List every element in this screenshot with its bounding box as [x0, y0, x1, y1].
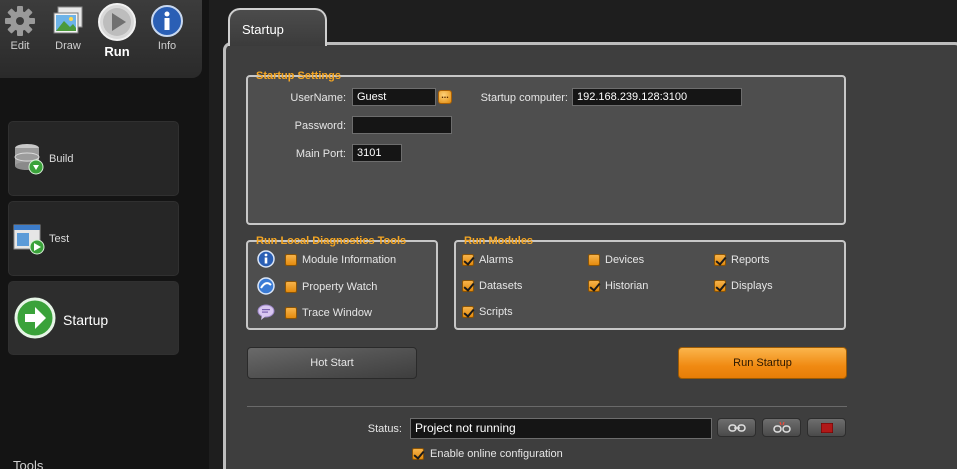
devices-label: Devices — [605, 254, 645, 266]
devices-checkbox[interactable] — [588, 254, 600, 266]
historian-label: Historian — [605, 280, 649, 292]
left-sidebar: Edit Draw Run Info Build Test Startup To… — [0, 0, 209, 469]
module-information-checkbox[interactable] — [285, 254, 297, 266]
disconnect-button[interactable] — [762, 418, 801, 437]
watch-icon — [257, 277, 275, 295]
stop-icon — [820, 422, 833, 434]
property-watch-checkbox[interactable] — [285, 281, 297, 293]
nav-startup-label: Startup — [63, 312, 109, 328]
trace-window-label: Trace Window — [302, 307, 372, 319]
run-label: Run — [104, 44, 130, 59]
status-separator — [247, 406, 847, 407]
draw-button[interactable]: Draw — [48, 4, 88, 52]
password-label: Password: — [294, 120, 346, 132]
alarms-checkbox[interactable] — [462, 254, 474, 266]
module-information-label: Module Information — [302, 254, 397, 266]
edit-label: Edit — [10, 40, 30, 52]
startup-computer-label: Startup computer: — [480, 92, 568, 104]
info-button[interactable]: Info — [147, 4, 187, 52]
tools-section-label: Tools — [13, 458, 44, 469]
stop-button[interactable] — [807, 418, 846, 437]
username-lookup-button[interactable]: ... — [438, 90, 452, 104]
info-icon — [151, 5, 183, 37]
scripts-checkbox[interactable] — [462, 306, 474, 318]
reports-label: Reports — [731, 254, 770, 266]
draw-label: Draw — [55, 40, 81, 52]
run-modules-title: Run Modules — [464, 235, 534, 247]
datasets-checkbox[interactable] — [462, 280, 474, 292]
picture-icon — [53, 6, 83, 34]
startup-panel: Startup Settings UserName: Guest ... Pas… — [223, 42, 957, 469]
scripts-label: Scripts — [479, 306, 513, 318]
nav-build[interactable]: Build — [8, 121, 179, 196]
main-area: Startup Startup Settings UserName: Guest… — [209, 0, 957, 469]
run-startup-button[interactable]: Run Startup — [678, 347, 847, 379]
reports-checkbox[interactable] — [714, 254, 726, 266]
info-label: Info — [157, 40, 177, 52]
trace-window-checkbox[interactable] — [285, 307, 297, 319]
mode-toolbar: Edit Draw Run Info — [0, 0, 202, 78]
alarms-label: Alarms — [479, 254, 514, 266]
nav-build-label: Build — [49, 153, 74, 165]
diagnostics-title: Run Local Diagnostics Tools — [256, 235, 407, 247]
online-config-label: Enable online configuration — [430, 448, 563, 460]
broken-link-icon — [772, 421, 791, 433]
nav-startup[interactable]: Startup — [8, 281, 179, 355]
username-field[interactable]: Guest — [352, 88, 436, 106]
arrow-right-icon — [14, 297, 56, 339]
database-icon — [14, 144, 44, 175]
displays-checkbox[interactable] — [714, 280, 726, 292]
tab-startup[interactable]: Startup — [228, 8, 327, 46]
gear-icon — [5, 6, 35, 36]
nav-test-label: Test — [49, 233, 70, 245]
property-watch-label: Property Watch — [302, 281, 378, 293]
speech-bubble-icon — [257, 304, 275, 320]
main-port-field[interactable]: 3101 — [352, 144, 402, 162]
displays-label: Displays — [731, 280, 773, 292]
nav-test[interactable]: Test — [8, 201, 179, 276]
startup-settings-title: Startup Settings — [256, 70, 341, 82]
online-config-checkbox[interactable] — [412, 448, 424, 460]
datasets-label: Datasets — [479, 280, 523, 292]
run-button[interactable]: Run — [97, 2, 137, 59]
username-label: UserName: — [290, 92, 346, 104]
status-label: Status: — [367, 423, 402, 435]
play-icon — [98, 3, 136, 41]
password-field[interactable] — [352, 116, 452, 134]
startup-computer-field[interactable]: 192.168.239.128:3100 — [572, 88, 742, 106]
hot-start-button[interactable]: Hot Start — [247, 347, 417, 379]
main-port-label: Main Port: — [295, 148, 346, 160]
link-icon — [727, 424, 746, 432]
connect-button[interactable] — [717, 418, 756, 437]
window-test-icon — [13, 224, 45, 255]
historian-checkbox[interactable] — [588, 280, 600, 292]
edit-button[interactable]: Edit — [0, 4, 40, 52]
info-icon — [257, 250, 275, 268]
status-field: Project not running — [410, 418, 712, 439]
